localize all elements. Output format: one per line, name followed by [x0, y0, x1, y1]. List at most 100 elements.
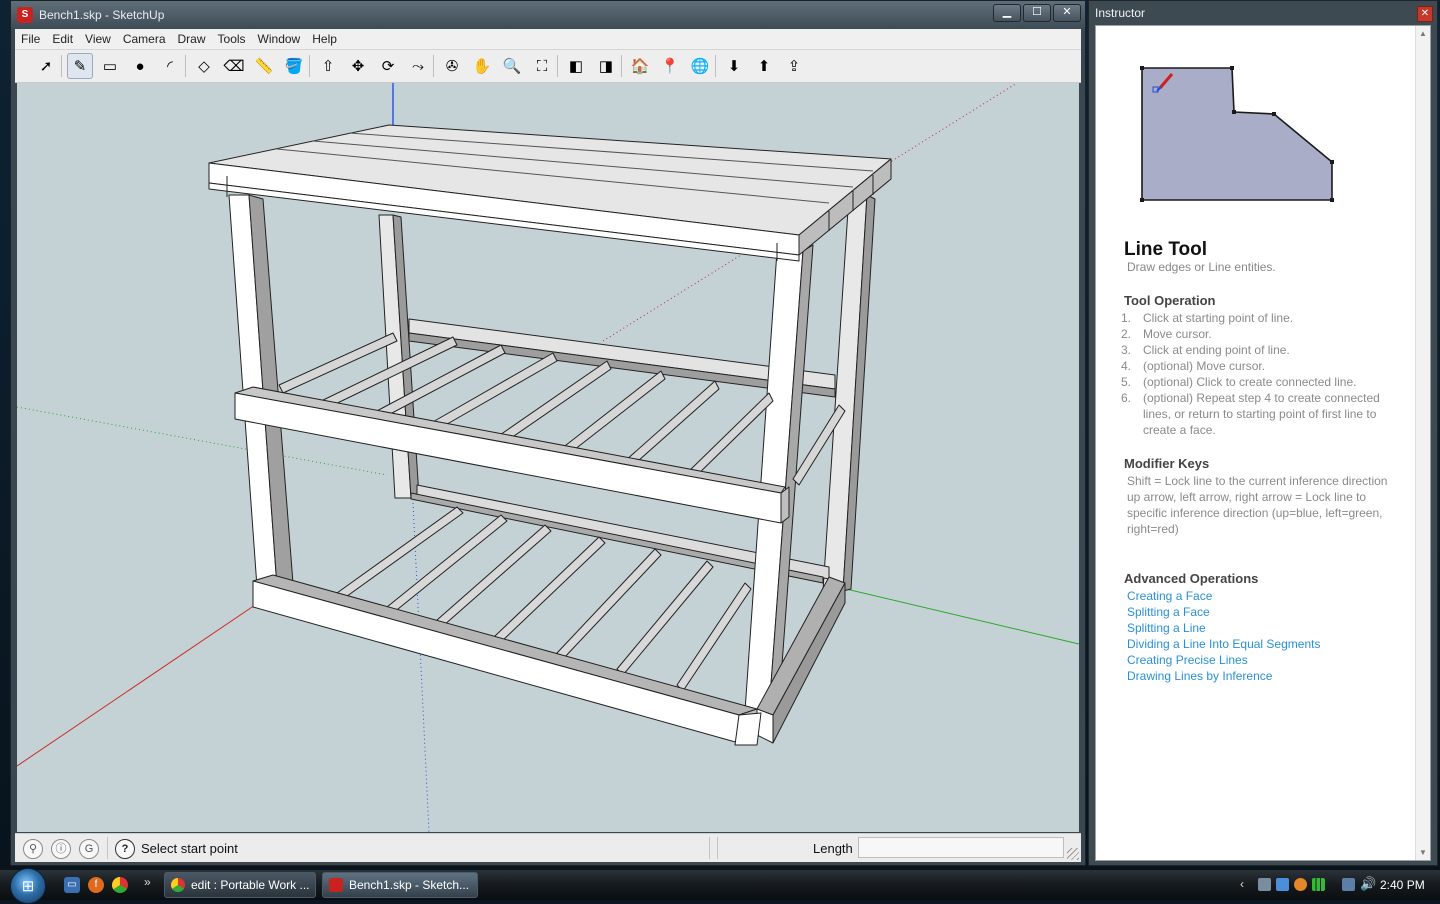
menu-view[interactable]: View [79, 32, 117, 46]
close-button[interactable]: ✕ [1053, 4, 1081, 22]
blue-axis-hidden [412, 502, 430, 832]
length-input[interactable] [858, 837, 1064, 858]
google-signin-icon[interactable]: G [79, 839, 99, 859]
operation-number: 6. [1121, 391, 1132, 405]
link-lines-by-inference[interactable]: Drawing Lines by Inference [1127, 668, 1320, 684]
operation-text: (optional) Move cursor. [1143, 359, 1266, 373]
start-button[interactable]: ⊞ [10, 868, 46, 904]
add-location-icon[interactable]: 📍 [657, 53, 683, 79]
resize-grip[interactable] [1067, 848, 1079, 860]
toolbar-separator [185, 55, 186, 77]
menu-file[interactable]: File [15, 32, 46, 46]
instructor-scrollbar[interactable]: ▲ ▼ [1415, 26, 1430, 860]
taskbar: ⊞ ▭ f » edit : Portable Work ... Bench1.… [0, 868, 1440, 904]
modifier-shift: Shift = Lock line to the current inferen… [1127, 474, 1388, 488]
next-view-icon[interactable]: ◨ [593, 53, 619, 79]
push-pull-icon[interactable]: ⇧ [315, 53, 341, 79]
volume-icon[interactable]: 🔊 [1360, 876, 1376, 892]
pan-tool-icon[interactable]: ✋ [469, 53, 495, 79]
menu-draw[interactable]: Draw [172, 32, 212, 46]
menu-camera[interactable]: Camera [117, 32, 172, 46]
instructor-panel: Line Tool Draw edges or Line entities. T… [1095, 25, 1431, 861]
tray-expand-icon[interactable]: ‹ [1240, 877, 1244, 891]
modifier-keys-text: Shift = Lock line to the current inferen… [1127, 473, 1397, 537]
advanced-operations-heading: Advanced Operations [1124, 571, 1259, 586]
link-creating-face[interactable]: Creating a Face [1127, 588, 1320, 604]
signal-icon[interactable] [1312, 878, 1325, 891]
menu-window[interactable]: Window [252, 32, 307, 46]
menu-edit[interactable]: Edit [46, 32, 79, 46]
task-label: Bench1.skp - Sketch... [349, 878, 470, 892]
bench-model-drawing [17, 83, 1079, 832]
get-models-icon[interactable]: ⬇ [721, 53, 747, 79]
operation-step: 5. (optional) Click to create connected l… [1121, 374, 1411, 390]
network-icon[interactable] [1342, 878, 1355, 891]
share-component-icon[interactable]: ⇪ [781, 53, 807, 79]
select-tool-icon[interactable]: ➚ [33, 53, 59, 79]
drawing-viewport[interactable] [17, 83, 1079, 832]
operation-number: 2. [1121, 327, 1132, 341]
share-model-icon[interactable]: ⬆ [751, 53, 777, 79]
chrome-icon[interactable] [112, 877, 128, 893]
link-splitting-face[interactable]: Splitting a Face [1127, 604, 1320, 620]
operation-step: 3. Click at ending point of line. [1121, 342, 1411, 358]
menu-tools[interactable]: Tools [212, 32, 252, 46]
chrome-icon [171, 878, 185, 892]
minimize-button[interactable]: ▁ [993, 4, 1021, 22]
line-tool-diagram [1140, 66, 1334, 202]
scroll-up-icon[interactable]: ▲ [1419, 29, 1427, 38]
operation-number: 4. [1121, 359, 1132, 373]
menu-help[interactable]: Help [306, 32, 343, 46]
task-chrome[interactable]: edit : Portable Work ... [164, 872, 316, 898]
link-splitting-line[interactable]: Splitting a Line [1127, 620, 1320, 636]
network-drive-icon[interactable] [1258, 878, 1271, 891]
show-desktop-icon[interactable]: ▭ [64, 877, 80, 893]
credits-icon[interactable]: ⓘ [51, 839, 71, 859]
menu-bar: File Edit View Camera Draw Tools Window … [15, 29, 1081, 50]
instructor-close-button[interactable]: ✕ [1417, 6, 1433, 22]
link-precise-lines[interactable]: Creating Precise Lines [1127, 652, 1320, 668]
circle-tool-icon[interactable]: ● [127, 53, 153, 79]
arc-tool-icon[interactable]: ◜ [157, 53, 183, 79]
clock[interactable]: 2:40 PM [1380, 878, 1425, 892]
geo-location-icon[interactable]: ⚲ [23, 839, 43, 859]
status-bar: ⚲ ⓘ G ? Select start point Length [15, 833, 1081, 862]
title-bar[interactable]: S Bench1.skp - SketchUp ▁ ☐ ✕ [11, 1, 1085, 29]
maximize-button[interactable]: ☐ [1023, 4, 1051, 22]
tool-operation-heading: Tool Operation [1124, 293, 1216, 308]
quick-launch-more[interactable]: » [144, 875, 151, 889]
operation-text: Click at ending point of line. [1143, 343, 1290, 357]
firefox-icon[interactable]: f [88, 877, 104, 893]
sketchup-icon [329, 878, 343, 892]
toolbar-separator [309, 55, 310, 77]
help-icon[interactable]: ? [115, 839, 135, 859]
paint-bucket-icon[interactable]: 🪣 [281, 53, 307, 79]
dropbox-icon[interactable] [1276, 878, 1289, 891]
instructor-title: Instructor [1095, 6, 1146, 20]
offset-tool-icon[interactable]: ⤳ [405, 53, 431, 79]
orbit-tool-icon[interactable]: ✇ [439, 53, 465, 79]
zoom-extents-icon[interactable]: ⛶ [529, 53, 555, 79]
eraser-tool-icon[interactable]: ⌫ [221, 53, 247, 79]
zoom-tool-icon[interactable]: 🔍 [499, 53, 525, 79]
tape-measure-icon[interactable]: 📏 [251, 53, 277, 79]
toolbar-separator [715, 55, 716, 77]
length-label: Length [813, 841, 853, 856]
window-title: Bench1.skp - SketchUp [39, 8, 165, 22]
rectangle-tool-icon[interactable]: ▭ [97, 53, 123, 79]
rotate-tool-icon[interactable]: ⟳ [375, 53, 401, 79]
tool-name: Line Tool [1124, 239, 1208, 260]
google-earth-icon[interactable]: 🌐 [687, 53, 713, 79]
sketchup-logo-icon: S [17, 7, 33, 23]
previous-view-icon[interactable]: ◧ [563, 53, 589, 79]
3d-warehouse-icon[interactable]: 🏠 [627, 53, 653, 79]
link-dividing-line[interactable]: Dividing a Line Into Equal Segments [1127, 636, 1320, 652]
toolbar-separator [557, 55, 558, 77]
scroll-down-icon[interactable]: ▼ [1419, 848, 1427, 857]
make-component-icon[interactable]: ◇ [191, 53, 217, 79]
update-icon[interactable] [1294, 878, 1307, 891]
task-sketchup[interactable]: Bench1.skp - Sketch... [322, 872, 478, 898]
move-tool-icon[interactable]: ✥ [345, 53, 371, 79]
line-tool-icon[interactable]: ✎ [67, 53, 93, 79]
operation-step: 6. (optional) Repeat step 4 to create con… [1121, 390, 1411, 438]
